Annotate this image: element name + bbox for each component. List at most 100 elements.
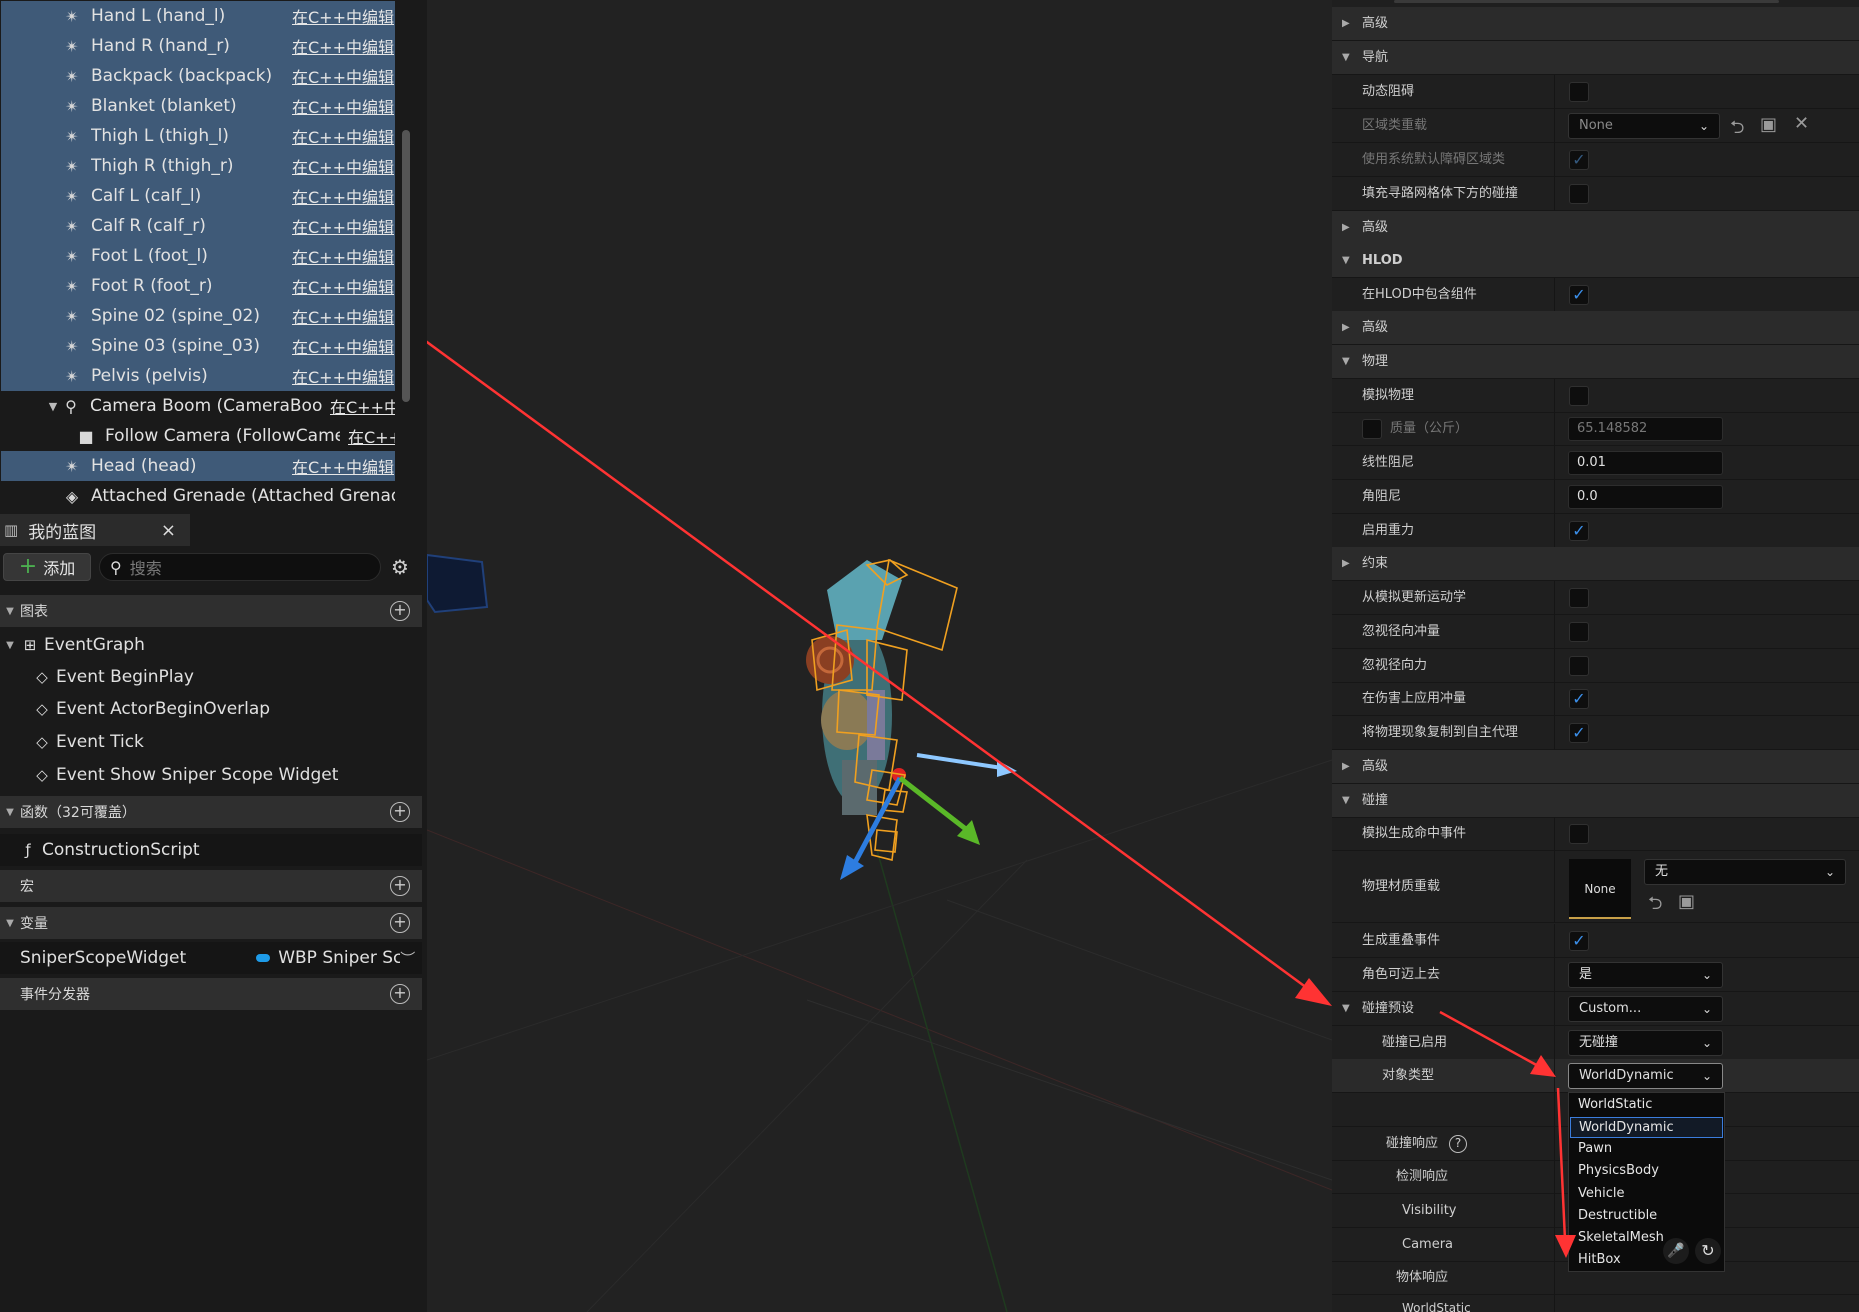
- edit-in-cpp-link[interactable]: 在C++中编辑: [292, 274, 395, 298]
- construction-script-item[interactable]: ƒ ConstructionScript: [0, 834, 422, 866]
- gear-icon[interactable]: ⚙: [391, 555, 409, 579]
- event-item[interactable]: ◇ Event ActorBeginOverlap: [0, 693, 422, 725]
- ignore-radial-force-checkbox[interactable]: [1569, 656, 1589, 676]
- edit-in-cpp-link[interactable]: 在C++中编辑: [292, 124, 395, 148]
- edit-in-cpp-link[interactable]: 在C++中编辑: [292, 34, 395, 58]
- mass-override-checkbox[interactable]: [1362, 419, 1382, 439]
- component-thigh-l[interactable]: ✴ Thigh L (thigh_l) 在C++中编辑: [1, 121, 395, 151]
- components-scrollbar[interactable]: [402, 130, 410, 402]
- category-advanced[interactable]: ▶ 高级: [1332, 7, 1859, 41]
- collision-enabled-combo[interactable]: 无碰撞 ⌄: [1568, 1030, 1723, 1056]
- section-graphs[interactable]: ▼ 图表 +: [0, 595, 422, 627]
- area-class-combo[interactable]: None ⌄: [1568, 113, 1720, 139]
- edit-in-cpp-link[interactable]: 在C++中编辑: [292, 334, 395, 358]
- use-selected-arrow-icon[interactable]: ⮌: [1730, 115, 1744, 145]
- component-hand-l[interactable]: ✴ Hand L (hand_l) 在C++中编辑: [1, 1, 395, 31]
- section-event-dispatchers[interactable]: 事件分发器 +: [0, 978, 422, 1010]
- add-circle-icon[interactable]: +: [390, 913, 410, 933]
- use-system-default-checkbox[interactable]: ✓: [1569, 150, 1589, 170]
- browse-folder-icon[interactable]: ▣: [1678, 891, 1695, 912]
- edit-in-cpp-link[interactable]: 在C++中编辑: [292, 214, 395, 238]
- viewport[interactable]: [427, 0, 1332, 1312]
- edit-in-cpp-link[interactable]: 在C++: [348, 424, 395, 448]
- prop-collision-presets[interactable]: ▼ 碰撞预设 Custom... ⌄: [1332, 992, 1859, 1026]
- section-macros[interactable]: 宏 +: [0, 870, 422, 902]
- dropdown-option[interactable]: Destructible: [1570, 1206, 1723, 1227]
- category-advanced[interactable]: ▶ 高级: [1332, 750, 1859, 784]
- apply-impulse-checkbox[interactable]: ✓: [1569, 689, 1589, 709]
- dropdown-option[interactable]: Vehicle: [1570, 1184, 1723, 1205]
- sim-hit-events-checkbox[interactable]: [1569, 824, 1589, 844]
- edit-in-cpp-link[interactable]: 在C++中编辑: [292, 154, 395, 178]
- phys-material-thumbnail[interactable]: None: [1569, 859, 1631, 919]
- edit-in-cpp-link[interactable]: 在C++中编辑: [292, 94, 395, 118]
- section-functions[interactable]: ▼ 函数（32可覆盖） +: [0, 796, 422, 828]
- category-collision[interactable]: ▼ 碰撞: [1332, 784, 1859, 818]
- dropdown-option[interactable]: WorldStatic: [1570, 1095, 1723, 1116]
- section-variables[interactable]: ▼ 变量 +: [0, 907, 422, 939]
- visibility-eye-icon[interactable]: ︶: [400, 948, 415, 969]
- dropdown-option-selected[interactable]: WorldDynamic: [1570, 1117, 1723, 1138]
- edit-in-cpp-link[interactable]: 在C++中编辑: [292, 64, 395, 88]
- add-circle-icon[interactable]: +: [390, 601, 410, 621]
- category-physics[interactable]: ▼ 物理: [1332, 345, 1859, 379]
- object-type-combo[interactable]: WorldDynamic ⌄: [1568, 1063, 1723, 1089]
- add-button[interactable]: + 添加: [3, 553, 91, 581]
- include-in-hlod-checkbox[interactable]: ✓: [1569, 285, 1589, 305]
- category-navigation[interactable]: ▼ 导航: [1332, 41, 1859, 75]
- microphone-icon[interactable]: 🎤: [1663, 1238, 1689, 1264]
- ignore-radial-impulse-checkbox[interactable]: [1569, 622, 1589, 642]
- edit-in-cpp-link[interactable]: 在C++中编辑: [292, 244, 395, 268]
- component-thigh-r[interactable]: ✴ Thigh R (thigh_r) 在C++中编辑: [1, 151, 395, 181]
- edit-in-cpp-link[interactable]: 在C++中编辑: [292, 304, 395, 328]
- browse-folder-icon[interactable]: ▣: [1760, 114, 1777, 135]
- my-blueprint-tab[interactable]: ▥ 我的蓝图 ×: [0, 514, 190, 546]
- fill-collision-checkbox[interactable]: [1569, 184, 1589, 204]
- category-constraints[interactable]: ▶ 约束: [1332, 547, 1859, 581]
- edit-in-cpp-link[interactable]: 在C++中编辑: [292, 184, 395, 208]
- linear-damping-field[interactable]: 0.01: [1568, 451, 1723, 475]
- clear-x-icon[interactable]: ✕: [1794, 113, 1809, 134]
- component-hand-r[interactable]: ✴ Hand R (hand_r) 在C++中编辑: [1, 31, 395, 61]
- edit-in-cpp-link[interactable]: 在C++中编辑: [292, 4, 395, 28]
- refresh-icon[interactable]: ↻: [1695, 1238, 1721, 1264]
- add-circle-icon[interactable]: +: [390, 984, 410, 1004]
- close-tab-icon[interactable]: ×: [161, 520, 176, 541]
- component-head[interactable]: ✴ Head (head) 在C++中编辑: [1, 451, 395, 481]
- can-step-up-combo[interactable]: 是 ⌄: [1568, 962, 1723, 988]
- dropdown-option[interactable]: PhysicsBody: [1570, 1161, 1723, 1182]
- component-calf-r[interactable]: ✴ Calf R (calf_r) 在C++中编辑: [1, 211, 395, 241]
- collision-presets-combo[interactable]: Custom... ⌄: [1568, 996, 1723, 1022]
- simulate-physics-checkbox[interactable]: [1569, 386, 1589, 406]
- help-icon[interactable]: ?: [1449, 1135, 1467, 1153]
- category-hlod[interactable]: ▼ HLOD: [1332, 244, 1859, 278]
- variable-item[interactable]: SniperScopeWidget WBP Sniper Scc ︶: [0, 942, 422, 974]
- search-input[interactable]: ⚲ 搜索: [99, 553, 381, 581]
- update-kinematic-checkbox[interactable]: [1569, 588, 1589, 608]
- category-advanced[interactable]: ▶ 高级: [1332, 311, 1859, 345]
- edit-in-cpp-link[interactable]: 在C++中编辑: [292, 364, 395, 388]
- dropdown-option[interactable]: Pawn: [1570, 1139, 1723, 1160]
- expand-caret-icon[interactable]: ▼: [46, 400, 60, 413]
- enable-gravity-checkbox[interactable]: ✓: [1569, 521, 1589, 541]
- event-item[interactable]: ◇ Event Show Sniper Scope Widget: [0, 759, 422, 791]
- component-camera-boom[interactable]: ▼ ⚲ Camera Boom (CameraBoom) 在C++中: [1, 391, 395, 421]
- component-blanket[interactable]: ✴ Blanket (blanket) 在C++中编辑: [1, 91, 395, 121]
- dynamic-obstacle-checkbox[interactable]: [1569, 82, 1589, 102]
- edit-in-cpp-link[interactable]: 在C++中: [330, 394, 395, 418]
- component-foot-r[interactable]: ✴ Foot R (foot_r) 在C++中编辑: [1, 271, 395, 301]
- component-calf-l[interactable]: ✴ Calf L (calf_l) 在C++中编辑: [1, 181, 395, 211]
- use-selected-arrow-icon[interactable]: ⮌: [1648, 891, 1662, 921]
- component-spine-02[interactable]: ✴ Spine 02 (spine_02) 在C++中编辑: [1, 301, 395, 331]
- component-pelvis[interactable]: ✴ Pelvis (pelvis) 在C++中编辑: [1, 361, 395, 391]
- add-circle-icon[interactable]: +: [390, 876, 410, 896]
- mass-field[interactable]: 65.148582: [1568, 417, 1723, 441]
- event-item[interactable]: ◇ Event BeginPlay: [0, 661, 422, 693]
- category-advanced[interactable]: ▶ 高级: [1332, 211, 1859, 245]
- component-spine-03[interactable]: ✴ Spine 03 (spine_03) 在C++中编辑: [1, 331, 395, 361]
- event-graph-item[interactable]: ▼ ⊞ EventGraph: [0, 629, 422, 661]
- replicate-physics-checkbox[interactable]: ✓: [1569, 723, 1589, 743]
- component-backpack[interactable]: ✴ Backpack (backpack) 在C++中编辑: [1, 61, 395, 91]
- edit-in-cpp-link[interactable]: 在C++中编辑: [292, 454, 395, 478]
- component-foot-l[interactable]: ✴ Foot L (foot_l) 在C++中编辑: [1, 241, 395, 271]
